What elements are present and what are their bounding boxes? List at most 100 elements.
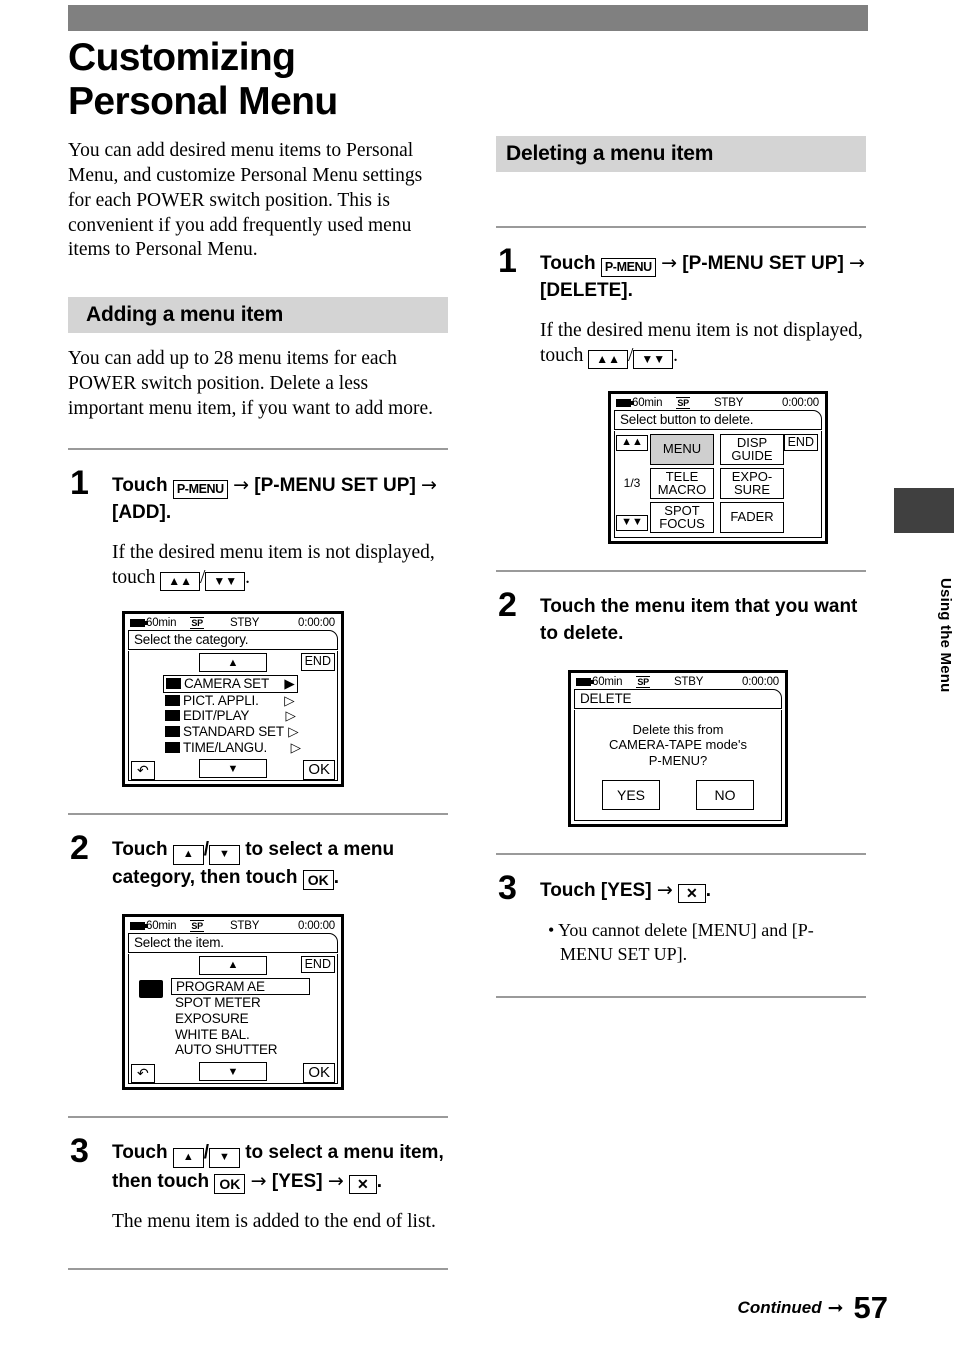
page-number: 57	[853, 1290, 888, 1325]
lcd-title: DELETE	[574, 688, 782, 709]
lcd-title: Select the item.	[128, 932, 338, 953]
no-button[interactable]: NO	[696, 780, 754, 811]
step-add-2: 2 Touch ▲ / ▼ to select a menu category, t…	[68, 831, 448, 1091]
side-tab-label: Using the Menu	[937, 577, 954, 693]
list-item[interactable]: WHITE BAL.	[171, 1027, 310, 1043]
end-button[interactable]: END	[300, 653, 335, 671]
tape-mode-icon: SP	[636, 675, 650, 688]
list-item-label: CAMERA SET	[184, 676, 269, 692]
confirm-line-1: Delete this from	[632, 721, 724, 737]
scroll-up-button[interactable]: ▲	[199, 653, 267, 673]
list-item-label: EDIT/PLAY	[183, 708, 249, 724]
scroll-down-key-icon: ▼▼	[633, 349, 674, 369]
scroll-down-button[interactable]: ▼	[199, 1062, 267, 1082]
scroll-down-button[interactable]: ▼	[199, 759, 267, 779]
up-arrow-key-icon: ▲	[172, 845, 204, 865]
submenu-marker-icon: ▷	[284, 692, 295, 708]
p-menu-key-icon: P-MENU	[600, 258, 656, 277]
confirm-message: Delete this from CAMERA-TAPE mode's P-ME…	[581, 722, 775, 769]
end-button[interactable]: END	[783, 433, 818, 452]
yes-label: [YES]	[600, 880, 652, 902]
step-instruction: Touch P-MENU → [P-MENU SET UP] → [ADD].	[112, 472, 448, 527]
confirm-line-2: CAMERA-TAPE mode's	[608, 737, 748, 753]
spot-focus-button[interactable]: SPOT FOCUS	[650, 501, 714, 533]
list-item[interactable]: AUTO SHUTTER	[171, 1042, 310, 1058]
disp-guide-button[interactable]: DISP GUIDE	[720, 433, 784, 465]
end-button[interactable]: END	[300, 955, 335, 974]
exposure-button[interactable]: EXPO- SURE	[720, 467, 784, 499]
arrow-icon: →	[421, 474, 437, 497]
scroll-down-key-icon: ▼▼	[205, 572, 246, 592]
arrow-icon: →	[233, 474, 249, 497]
camera-category-icon	[166, 678, 181, 690]
step-instruction: Touch the menu item that you want to del…	[540, 595, 858, 644]
camera-icon	[139, 979, 163, 998]
list-item-label: TIME/LANGU.	[183, 739, 268, 755]
arrow-icon: →	[250, 1169, 267, 1192]
step-add-3: 3 Touch ▲ / ▼ to select a menu item, then …	[68, 1134, 448, 1234]
scroll-up-button[interactable]: ▲▲	[616, 434, 648, 451]
arrow-icon: →	[661, 252, 677, 274]
step-add-1: 1 Touch P-MENU → [P-MENU SET UP] → [ADD]…	[68, 466, 448, 788]
list-item[interactable]: TIME/LANGU. ▷	[163, 740, 337, 756]
battery-icon	[130, 921, 148, 930]
list-item[interactable]: EXPOSURE	[171, 1011, 310, 1027]
arrow-icon: →	[656, 879, 673, 902]
continued-arrow-icon: ➞	[827, 1296, 844, 1319]
list-item[interactable]: CAMERA SET ▶	[163, 675, 298, 693]
divider	[496, 569, 866, 572]
yes-button[interactable]: YES	[602, 780, 660, 811]
lcd-title: Select the category.	[128, 630, 338, 651]
list-item-label: STANDARD SET	[183, 724, 284, 739]
list-item[interactable]: STANDARD SET ▷	[163, 724, 337, 740]
record-state: STBY	[229, 617, 260, 630]
divider	[496, 996, 866, 999]
note-tail: .	[673, 344, 679, 366]
tele-macro-button[interactable]: TELE MACRO	[650, 467, 714, 499]
adding-intro-paragraph: You can add up to 28 menu items for each…	[68, 348, 434, 419]
lcd-screen-select-category: 60min SP STBY 0:00:00 Select the categor…	[122, 611, 344, 788]
arrow-icon: →	[849, 252, 865, 274]
item-list: PROGRAM AE SPOT METER EXPOSURE WHITE BAL…	[171, 977, 310, 1058]
list-item[interactable]: PROGRAM AE	[171, 977, 310, 996]
scroll-down-button[interactable]: ▼▼	[616, 514, 648, 531]
tape-counter: 0:00:00	[298, 617, 335, 630]
category-list: CAMERA SET ▶ PICT. APPLI. ▷ EDIT/PLAY ▷	[129, 672, 337, 759]
step-tail: .	[376, 1170, 383, 1192]
back-button[interactable]: ↶	[131, 1063, 155, 1084]
continued-label: Continued	[737, 1297, 822, 1317]
divider	[68, 1268, 448, 1271]
picture-application-icon	[165, 694, 180, 706]
step-instruction: Touch ▲ / ▼ to select a menu item, then to…	[112, 1142, 444, 1194]
close-key-icon: ✕	[349, 1174, 377, 1194]
step-number: 1	[70, 464, 89, 503]
ok-button[interactable]: OK	[303, 760, 335, 781]
lcd-content: Delete this from CAMERA-TAPE mode's P-ME…	[574, 709, 782, 822]
list-item[interactable]: SPOT METER	[171, 995, 310, 1011]
left-column: Customizing Personal Menu You can add de…	[68, 36, 448, 1271]
divider	[68, 813, 448, 816]
back-button[interactable]: ↶	[131, 761, 155, 781]
submenu-marker-icon: ▷	[290, 739, 301, 755]
divider	[68, 448, 448, 451]
list-item[interactable]: PICT. APPLI. ▷	[163, 693, 337, 709]
confirm-line-3: P-MENU?	[648, 752, 708, 768]
submenu-marker-icon: ▷	[288, 724, 299, 739]
list-item[interactable]: EDIT/PLAY ▷	[163, 708, 337, 724]
ok-button[interactable]: OK	[303, 1062, 335, 1084]
record-state: STBY	[713, 396, 744, 409]
fader-button[interactable]: FADER	[720, 501, 784, 533]
note-tail: .	[245, 567, 251, 589]
scroll-up-key-icon: ▲▲	[588, 349, 628, 369]
yes-label: [YES]	[271, 1170, 323, 1192]
scroll-up-button[interactable]: ▲	[199, 955, 267, 975]
battery-time: 60min	[632, 396, 663, 409]
page-footer: Continued ➞ 57	[0, 1292, 954, 1323]
divider	[496, 226, 866, 228]
divider	[68, 1116, 448, 1119]
step-number: 3	[498, 869, 517, 908]
section-heading-deleting: Deleting a menu item	[496, 136, 866, 172]
step-note: If the desired menu item is not displaye…	[112, 541, 448, 592]
menu-button[interactable]: MENU	[650, 433, 714, 465]
side-tab-marker	[894, 488, 954, 533]
